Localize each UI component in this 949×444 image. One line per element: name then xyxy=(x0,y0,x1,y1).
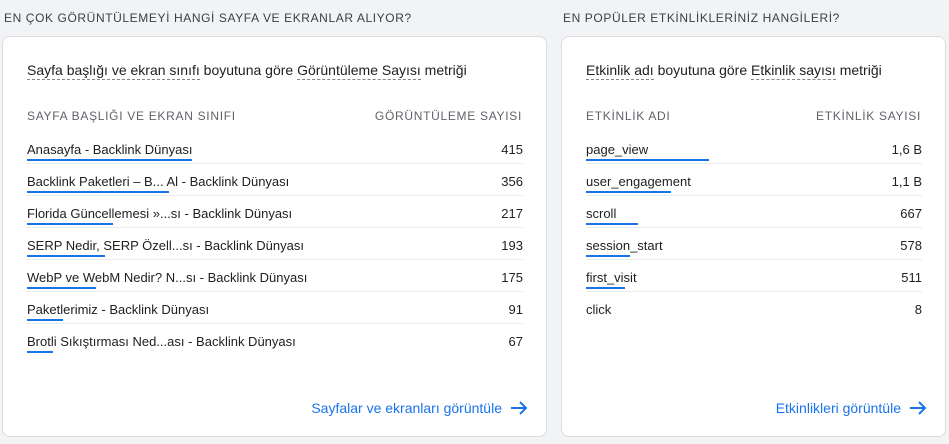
row-divider xyxy=(27,227,523,228)
metric-selector[interactable]: Görüntüleme Sayısı xyxy=(297,62,421,80)
row-value: 193 xyxy=(501,238,523,253)
row-label[interactable]: Anasayfa - Backlink Dünyası xyxy=(27,142,192,157)
row-label[interactable]: scroll xyxy=(586,206,616,221)
row-divider xyxy=(586,195,922,196)
row-label[interactable]: WebP ve WebM Nedir? N...sı - Backlink Dü… xyxy=(27,270,307,285)
row-value: 8 xyxy=(914,302,922,317)
row-value: 511 xyxy=(901,270,922,285)
table-row[interactable]: page_view 1,6 B xyxy=(586,135,922,167)
view-pages-link[interactable]: Sayfalar ve ekranları görüntüle xyxy=(311,400,528,416)
row-share-bar xyxy=(586,159,709,161)
events-table: page_view 1,6 B user_engagement 1,1 B scroll… xyxy=(586,135,922,327)
row-value: 1,6 B xyxy=(891,142,922,157)
table-row[interactable]: Paketlerimiz - Backlink Dünyası 91 xyxy=(27,295,523,327)
events-card: Etkinlik adı boyutuna göre Etkinlik sayı… xyxy=(561,36,946,437)
table-row[interactable]: WebP ve WebM Nedir? N...sı - Backlink Dü… xyxy=(27,263,523,295)
column-header-value: ETKİNLİK SAYISI xyxy=(816,109,921,123)
column-header-name: ETKİNLİK ADI xyxy=(586,109,671,123)
row-divider xyxy=(27,291,523,292)
row-divider xyxy=(27,163,523,164)
row-label[interactable]: Brotli Sıkıştırması Ned...ası - Backlink… xyxy=(27,334,296,349)
row-share-bar xyxy=(27,223,113,225)
table-row[interactable]: session_start 578 xyxy=(586,231,922,263)
row-value: 217 xyxy=(501,206,523,221)
row-share-bar xyxy=(586,191,671,193)
row-divider xyxy=(27,259,523,260)
dimension-selector[interactable]: Etkinlik adı xyxy=(586,62,654,80)
row-divider xyxy=(27,323,523,324)
events-card-subtitle: Etkinlik adı boyutuna göre Etkinlik sayı… xyxy=(586,62,882,80)
row-value: 667 xyxy=(900,206,922,221)
arrow-right-icon xyxy=(511,401,528,415)
table-row[interactable]: Anasayfa - Backlink Dünyası 415 xyxy=(27,135,523,167)
pages-card: Sayfa başlığı ve ekran sınıfı boyutuna g… xyxy=(2,36,547,437)
column-header-name: SAYFA BAŞLIĞI VE EKRAN SINIFI xyxy=(27,109,236,123)
row-divider xyxy=(586,227,922,228)
row-label[interactable]: Backlink Paketleri – B... Al - Backlink … xyxy=(27,174,289,189)
row-value: 67 xyxy=(508,334,523,349)
row-label[interactable]: Paketlerimiz - Backlink Dünyası xyxy=(27,302,209,317)
row-label[interactable]: SERP Nedir, SERP Özell...sı - Backlink D… xyxy=(27,238,304,253)
table-row[interactable]: Florida Güncellemesi »...sı - Backlink D… xyxy=(27,199,523,231)
row-value: 175 xyxy=(501,270,523,285)
subtitle-suffix: metriği xyxy=(420,62,467,78)
row-value: 415 xyxy=(501,142,523,157)
table-row[interactable]: Brotli Sıkıştırması Ned...ası - Backlink… xyxy=(27,327,523,359)
row-share-bar xyxy=(586,287,626,289)
row-label[interactable]: first_visit xyxy=(586,270,637,285)
row-share-bar xyxy=(27,159,192,161)
row-share-bar xyxy=(27,319,64,321)
table-row[interactable]: first_visit 511 xyxy=(586,263,922,295)
row-label[interactable]: Florida Güncellemesi »...sı - Backlink D… xyxy=(27,206,292,221)
row-share-bar xyxy=(27,191,169,193)
row-label[interactable]: session_start xyxy=(586,238,663,253)
row-label[interactable]: page_view xyxy=(586,142,648,157)
subtitle-suffix: metriği xyxy=(835,62,882,78)
pages-table: Anasayfa - Backlink Dünyası 415 Backlink P… xyxy=(27,135,523,359)
row-divider xyxy=(586,163,922,164)
row-label[interactable]: click xyxy=(586,302,611,317)
section-title-events: EN POPÜLER ETKİNLİKLERİNİZ HANGİLERİ? xyxy=(563,11,840,25)
row-value: 578 xyxy=(900,238,922,253)
row-divider xyxy=(586,291,922,292)
column-header-value: GÖRÜNTÜLEME SAYISI xyxy=(374,109,522,123)
table-row[interactable]: Backlink Paketleri – B... Al - Backlink … xyxy=(27,167,523,199)
view-pages-link-label: Sayfalar ve ekranları görüntüle xyxy=(311,400,502,416)
row-divider xyxy=(27,195,523,196)
row-value: 91 xyxy=(508,302,523,317)
table-row[interactable]: user_engagement 1,1 B xyxy=(586,167,922,199)
table-row[interactable]: scroll 667 xyxy=(586,199,922,231)
row-share-bar xyxy=(27,351,54,353)
row-divider xyxy=(586,259,922,260)
table-row[interactable]: SERP Nedir, SERP Özell...sı - Backlink D… xyxy=(27,231,523,263)
row-value: 356 xyxy=(501,174,523,189)
dimension-selector[interactable]: Sayfa başlığı ve ekran sınıfı xyxy=(27,62,200,80)
view-events-link-label: Etkinlikleri görüntüle xyxy=(775,400,901,416)
row-label[interactable]: user_engagement xyxy=(586,174,691,189)
row-share-bar xyxy=(586,255,631,257)
row-share-bar xyxy=(27,287,97,289)
pages-card-subtitle: Sayfa başlığı ve ekran sınıfı boyutuna g… xyxy=(27,62,467,80)
arrow-right-icon xyxy=(910,401,927,415)
row-value: 1,1 B xyxy=(891,174,922,189)
subtitle-text: boyutuna göre xyxy=(653,62,751,78)
metric-selector[interactable]: Etkinlik sayısı xyxy=(751,62,836,80)
section-title-pages: EN ÇOK GÖRÜNTÜLEMEYİ HANGİ SAYFA VE EKRA… xyxy=(4,11,412,25)
subtitle-text: boyutuna göre xyxy=(199,62,298,78)
row-share-bar xyxy=(27,255,105,257)
view-events-link[interactable]: Etkinlikleri görüntüle xyxy=(776,400,927,416)
table-row[interactable]: click 8 xyxy=(586,295,922,327)
row-share-bar xyxy=(586,223,638,225)
